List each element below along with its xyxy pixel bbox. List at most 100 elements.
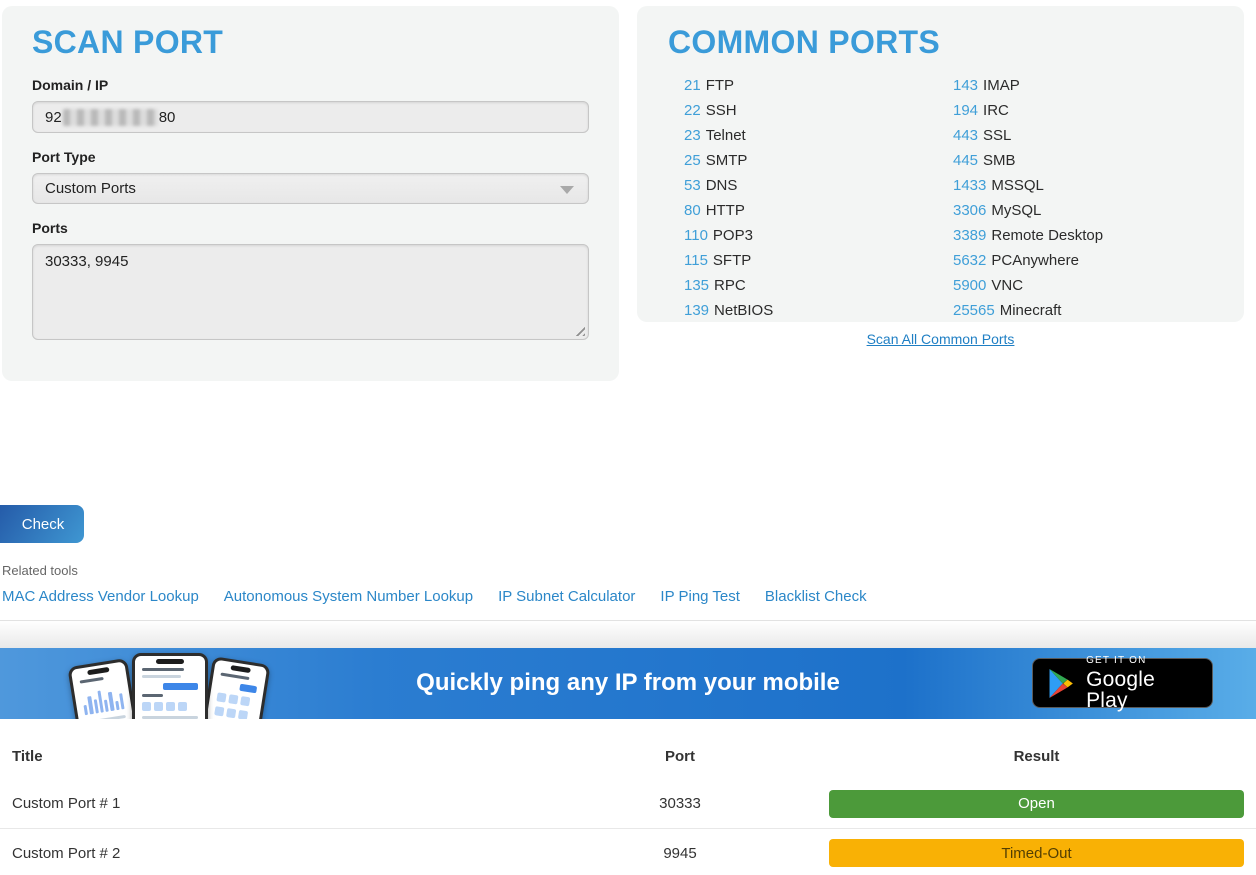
port-number: 194 [953, 102, 978, 119]
common-port-item: 143 IMAP [953, 73, 1103, 98]
google-play-text: GET IT ON Google Play [1086, 656, 1199, 711]
common-port-item: 139NetBIOS [684, 298, 953, 323]
google-play-label: Google Play [1086, 669, 1199, 711]
row-title: Custom Port # 1 [0, 795, 560, 812]
banner-top-shadow [0, 621, 1256, 648]
results-table-header: Title Port Result [0, 733, 1256, 779]
port-number: 135 [684, 277, 709, 294]
status-badge: Open [829, 790, 1244, 818]
port-name: SFTP [713, 252, 751, 269]
port-name: HTTP [706, 202, 745, 219]
port-name: IMAP [983, 77, 1020, 94]
common-ports-column-right: 143IMAP 194IRC 443SSL 445SMB 1433MSSQL 3… [953, 73, 1103, 323]
common-ports-list: 21 FTP 22 SSH 23 Telnet 25 SMTP 53 DNS 80 HTTP… [668, 73, 1213, 323]
header-port: Port [560, 748, 800, 765]
ports-label: Ports [32, 220, 589, 236]
port-number: 5900 [953, 277, 986, 294]
google-play-icon [1046, 667, 1075, 700]
port-name: PCAnywhere [991, 252, 1079, 269]
port-name: Telnet [706, 127, 746, 144]
common-port-item: 25565 Minecraft [953, 298, 1103, 323]
page: SCAN PORT Domain / IP 9280 Port Type Cus… [0, 0, 1256, 875]
common-ports-title: COMMON PORTS [668, 6, 1213, 61]
common-port-item: 23 Telnet [684, 123, 953, 148]
scan-all-common-ports-link[interactable]: Scan All Common Ports [867, 331, 1015, 347]
domain-ip-input[interactable]: 92 80 [32, 101, 589, 133]
port-name: FTP [706, 77, 734, 94]
common-port-item: 21 FTP [684, 73, 953, 98]
status-badge: Timed-Out [829, 839, 1244, 867]
port-number: 443 [953, 127, 978, 144]
common-port-item: 3389 Remote Desktop [953, 223, 1103, 248]
port-name: SMTP [706, 152, 748, 169]
header-title: Title [0, 748, 560, 765]
related-tools-links: MAC Address Vendor Lookup Autonomous Sys… [2, 588, 867, 605]
row-result-cell: Open [800, 790, 1256, 818]
port-number: 22 [684, 102, 701, 119]
scan-port-panel: SCAN PORT Domain / IP 9280 Port Type Cus… [2, 6, 619, 381]
ports-textarea[interactable]: 30333, 9945 [32, 244, 589, 340]
row-port: 30333 [560, 795, 800, 812]
row-title: Custom Port # 2 [0, 845, 560, 862]
related-tool-link[interactable]: Blacklist Check [765, 588, 867, 605]
common-port-item: 443SSL [953, 123, 1103, 148]
port-number: 25 [684, 152, 701, 169]
port-name: SSH [706, 102, 737, 119]
related-tools-label: Related tools [2, 563, 78, 578]
related-tool-link[interactable]: Autonomous System Number Lookup [224, 588, 473, 605]
common-port-item: 445 SMB [953, 148, 1103, 173]
common-port-item: 3306 MySQL [953, 198, 1103, 223]
phone-mockup-center [132, 653, 208, 719]
port-name: MSSQL [991, 177, 1044, 194]
related-tool-link[interactable]: IP Subnet Calculator [498, 588, 635, 605]
common-port-item: 194 IRC [953, 98, 1103, 123]
port-number: 23 [684, 127, 701, 144]
common-port-item: 53 DNS [684, 173, 953, 198]
port-name: SMB [983, 152, 1016, 169]
common-port-item: 115 SFTP [684, 248, 953, 273]
port-name: Minecraft [1000, 302, 1062, 319]
related-tool-link[interactable]: IP Ping Test [660, 588, 740, 605]
redacted-ip-block [63, 109, 158, 126]
related-tool-link[interactable]: MAC Address Vendor Lookup [2, 588, 199, 605]
chevron-down-icon [560, 186, 574, 194]
port-number: 21 [684, 77, 701, 94]
domain-ip-value-prefix: 92 [45, 109, 62, 126]
ports-value: 30333, 9945 [45, 253, 128, 270]
common-ports-panel: COMMON PORTS 21 FTP 22 SSH 23 Telnet 25 SMTP… [637, 6, 1244, 322]
port-number: 25565 [953, 302, 995, 319]
common-port-item: 22 SSH [684, 98, 953, 123]
resize-handle[interactable] [572, 323, 585, 336]
port-number: 115 [684, 252, 708, 269]
scan-all-common-ports: Scan All Common Ports [637, 331, 1244, 349]
port-name: DNS [706, 177, 738, 194]
port-type-label: Port Type [32, 149, 589, 165]
common-port-item: 135RPC [684, 273, 953, 298]
google-play-badge[interactable]: GET IT ON Google Play [1032, 658, 1213, 708]
row-result-cell: Timed-Out [800, 839, 1256, 867]
port-number: 53 [684, 177, 701, 194]
port-number: 143 [953, 77, 978, 94]
port-number: 5632 [953, 252, 986, 269]
results-table: Title Port Result Custom Port # 1 30333 … [0, 733, 1256, 875]
port-name: IRC [983, 102, 1009, 119]
common-port-item: 5900VNC [953, 273, 1103, 298]
domain-ip-value-suffix: 80 [159, 109, 176, 126]
check-button[interactable]: Check [0, 505, 84, 543]
table-row: Custom Port # 2 9945 Timed-Out [0, 828, 1256, 875]
common-port-item: 80 HTTP [684, 198, 953, 223]
port-number: 445 [953, 152, 978, 169]
common-ports-column-left: 21 FTP 22 SSH 23 Telnet 25 SMTP 53 DNS 80 HTTP… [684, 73, 953, 323]
port-type-select[interactable]: Custom Ports [32, 173, 589, 204]
results-table-body: Custom Port # 1 30333 Open Custom Port #… [0, 779, 1256, 875]
port-name: MySQL [991, 202, 1041, 219]
port-number: 3306 [953, 202, 986, 219]
domain-ip-label: Domain / IP [32, 77, 589, 93]
port-number: 3389 [953, 227, 986, 244]
common-port-item: 5632 PCAnywhere [953, 248, 1103, 273]
common-port-item: 25 SMTP [684, 148, 953, 173]
port-number: 80 [684, 202, 701, 219]
port-name: NetBIOS [714, 302, 773, 319]
port-name: Remote Desktop [991, 227, 1103, 244]
google-play-get-it-on: GET IT ON [1086, 656, 1199, 666]
